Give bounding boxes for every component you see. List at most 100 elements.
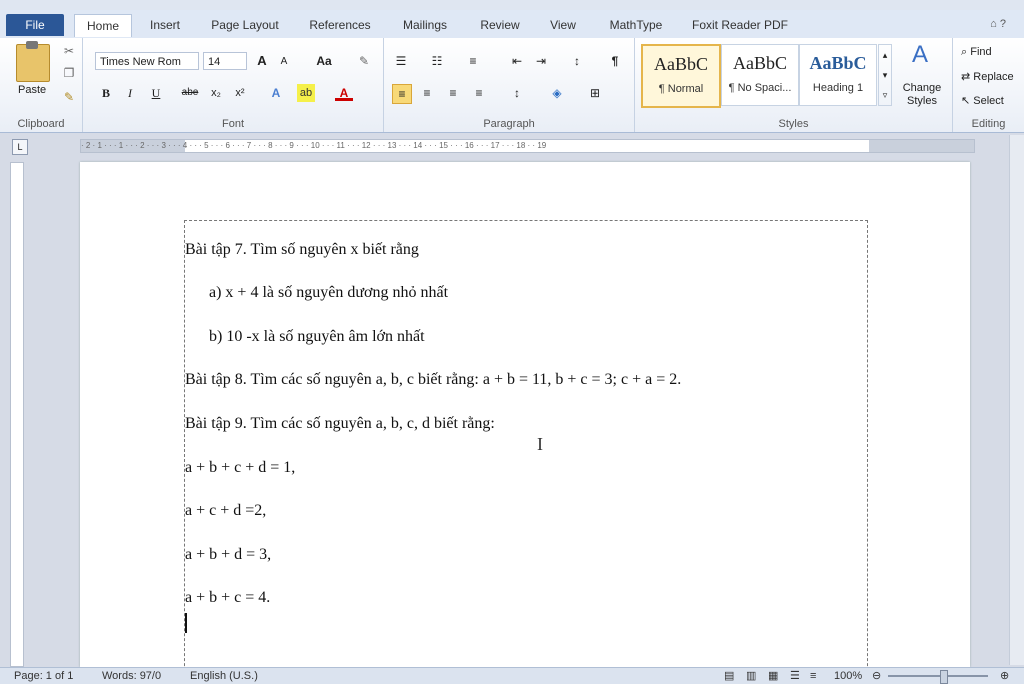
doc-line-1: Bài tập 7. Tìm số nguyên x biết rằng xyxy=(185,241,419,258)
ribbon-tabs: File Home Insert Page Layout References … xyxy=(0,10,1024,39)
ruler-right-margin xyxy=(869,140,974,152)
change-styles-icon[interactable]: A xyxy=(905,43,935,67)
borders-icon[interactable]: ⊞ xyxy=(586,84,604,102)
text-box[interactable]: Bài tập 7. Tìm số nguyên x biết rằng a) … xyxy=(184,220,868,681)
copy-icon[interactable]: ❐ xyxy=(60,64,78,82)
text-cursor xyxy=(185,613,187,633)
style-no-spacing[interactable]: AaBbC ¶ No Spaci... xyxy=(721,44,799,106)
decrease-indent-icon[interactable]: ⇤ xyxy=(508,52,526,70)
select-button[interactable]: ↖ Select xyxy=(961,94,1004,107)
word-count[interactable]: Words: 97/0 xyxy=(102,668,161,684)
ibeam-cursor-icon: I xyxy=(537,434,543,454)
web-layout-icon[interactable]: ▦ xyxy=(768,668,778,684)
outline-icon[interactable]: ☰ xyxy=(790,668,800,684)
ruler-marks: · 2 · 1 · · · 1 · · · 2 · · · 3 · · · 4 … xyxy=(81,141,547,150)
doc-line-6: a + b + c + d = 1, xyxy=(185,459,296,476)
superscript-icon[interactable]: x² xyxy=(231,84,249,102)
change-case-icon[interactable]: Aa xyxy=(311,52,337,70)
multilevel-list-icon[interactable]: ≡ xyxy=(464,52,482,70)
tab-home[interactable]: Home xyxy=(74,14,132,37)
strikethrough-icon[interactable]: abe xyxy=(177,84,203,102)
underline-icon[interactable]: U xyxy=(147,84,165,102)
tab-file[interactable]: File xyxy=(6,14,64,36)
align-right-icon[interactable]: ≡ xyxy=(444,84,462,102)
tab-insert[interactable]: Insert xyxy=(140,14,190,36)
find-button[interactable]: ⌕ Find xyxy=(961,46,992,59)
shrink-font-icon[interactable]: A xyxy=(275,53,293,71)
increase-indent-icon[interactable]: ⇥ xyxy=(532,52,550,70)
zoom-slider-handle[interactable] xyxy=(940,670,948,684)
italic-icon[interactable]: I xyxy=(121,84,139,102)
tab-page-layout[interactable]: Page Layout xyxy=(204,14,286,36)
editing-group-label: Editing xyxy=(971,118,1006,130)
zoom-slider[interactable] xyxy=(888,675,988,677)
format-painter-icon[interactable]: ✎ xyxy=(60,88,78,106)
style-no-spacing-name: ¶ No Spaci... xyxy=(728,82,792,94)
change-styles-button[interactable]: Change Styles xyxy=(897,82,947,108)
shading-icon[interactable]: ◈ xyxy=(548,84,566,102)
clipboard-group-label: Clipboard xyxy=(17,118,65,130)
zoom-out-icon[interactable]: ⊖ xyxy=(872,668,881,684)
style-heading-1-sample: AaBbC xyxy=(809,53,867,73)
paste-icon[interactable] xyxy=(16,41,50,82)
cut-icon[interactable]: ✂ xyxy=(60,42,78,60)
draft-icon[interactable]: ≡ xyxy=(810,668,816,684)
styles-group-label: Styles xyxy=(778,118,809,130)
ribbon: Paste ✂ ❐ ✎ Clipboard Times New Rom 14 A… xyxy=(0,38,1024,133)
page-count[interactable]: Page: 1 of 1 xyxy=(14,668,73,684)
tab-review[interactable]: Review xyxy=(472,14,528,36)
bold-icon[interactable]: B xyxy=(97,84,115,102)
tab-mailings[interactable]: Mailings xyxy=(394,14,456,36)
style-no-spacing-sample: AaBbC xyxy=(733,53,787,73)
paste-button[interactable]: Paste xyxy=(18,84,46,96)
line-spacing-icon[interactable]: ↕ xyxy=(508,84,526,102)
ribbon-minimize-icon[interactable]: ⌂ ? xyxy=(990,18,1006,30)
zoom-in-icon[interactable]: ⊕ xyxy=(1000,668,1009,684)
tab-foxit[interactable]: Foxit Reader PDF xyxy=(686,14,794,36)
font-color-icon[interactable]: A xyxy=(335,84,353,101)
font-name-combo[interactable]: Times New Rom xyxy=(95,52,199,70)
horizontal-ruler[interactable]: · 2 · 1 · · · 1 · · · 2 · · · 3 · · · 4 … xyxy=(80,139,975,153)
doc-line-5: Bài tập 9. Tìm các số nguyên a, b, c, d … xyxy=(185,415,495,432)
replace-icon: ⇄ xyxy=(961,71,974,83)
font-size-combo[interactable]: 14 xyxy=(203,52,247,70)
print-layout-icon[interactable]: ▤ xyxy=(724,668,734,684)
select-label: Select xyxy=(973,95,1004,107)
find-icon: ⌕ xyxy=(961,46,971,58)
style-normal[interactable]: AaBbC ¶ Normal xyxy=(641,44,721,108)
styles-scroll-icon[interactable]: ▴ ▾ ▿ xyxy=(878,44,892,106)
font-group: Times New Rom 14 A A Aa ✎ B I U abe x₂ x… xyxy=(83,38,384,132)
sort-icon[interactable]: ↕ xyxy=(568,52,586,70)
align-center-icon[interactable]: ≡ xyxy=(418,84,436,102)
tab-mathtype[interactable]: MathType xyxy=(600,14,672,36)
style-heading-1-name: Heading 1 xyxy=(812,82,864,94)
language-indicator[interactable]: English (U.S.) xyxy=(190,668,258,684)
show-marks-icon[interactable]: ¶ xyxy=(606,52,624,70)
replace-button[interactable]: ⇄ Replace xyxy=(961,70,1014,83)
align-left-icon[interactable]: ≡ xyxy=(392,84,412,104)
full-screen-icon[interactable]: ▥ xyxy=(746,668,756,684)
style-heading-1[interactable]: AaBbC Heading 1 xyxy=(799,44,877,106)
tab-view[interactable]: View xyxy=(542,14,584,36)
title-bar xyxy=(0,0,1024,10)
doc-line-9: a + b + c = 4. xyxy=(185,589,271,606)
clipboard-group: Paste ✂ ❐ ✎ Clipboard xyxy=(0,38,83,132)
doc-line-2: a) x + 4 là số nguyên dương nhỏ nhất xyxy=(209,284,449,301)
vertical-scrollbar[interactable] xyxy=(1009,135,1024,665)
doc-line-8: a + b + d = 3, xyxy=(185,546,272,563)
font-group-label: Font xyxy=(221,118,244,130)
tab-selector[interactable]: L xyxy=(12,139,28,155)
document-page[interactable]: Bài tập 7. Tìm số nguyên x biết rằng a) … xyxy=(80,162,970,681)
justify-icon[interactable]: ≡ xyxy=(470,84,488,102)
subscript-icon[interactable]: x₂ xyxy=(207,84,225,102)
numbering-icon[interactable]: ☷ xyxy=(428,52,446,70)
clear-format-icon[interactable]: ✎ xyxy=(355,52,373,70)
doc-line-4: Bài tập 8. Tìm các số nguyên a, b, c biế… xyxy=(185,371,682,388)
highlight-icon[interactable]: ab xyxy=(297,84,315,102)
status-bar: Page: 1 of 1 Words: 97/0 English (U.S.) … xyxy=(0,667,1024,684)
bullets-icon[interactable]: ☰ xyxy=(392,52,410,70)
text-effects-icon[interactable]: A xyxy=(267,84,285,102)
grow-font-icon[interactable]: A xyxy=(253,52,271,70)
zoom-level[interactable]: 100% xyxy=(834,668,862,684)
tab-references[interactable]: References xyxy=(302,14,378,36)
